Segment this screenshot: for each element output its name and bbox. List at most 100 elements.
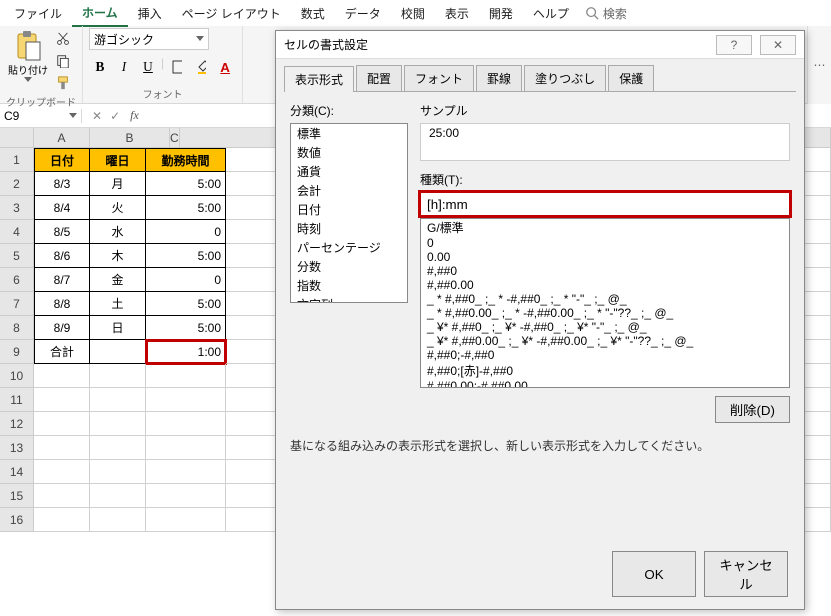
cell[interactable] [90,412,146,436]
cell[interactable] [34,364,90,388]
category-item[interactable]: 分数 [291,257,407,276]
type-list-item[interactable]: _ * #,##0_ ;_ * -#,##0_ ;_ * "-"_ ;_ @_ [421,292,789,306]
dlg-tab-font[interactable]: フォント [404,65,474,91]
cell[interactable] [90,484,146,508]
cell[interactable] [146,388,226,412]
tab-formulas[interactable]: 数式 [291,1,335,26]
dlg-tab-fill[interactable]: 塗りつぶし [524,65,606,91]
underline-button[interactable]: U [137,56,159,78]
cancel-icon[interactable]: ✕ [92,109,102,123]
cell[interactable]: 勤務時間 [146,148,226,172]
cell[interactable]: 火 [90,196,146,220]
delete-button[interactable]: 削除(D) [715,396,790,423]
cell[interactable]: 水 [90,220,146,244]
cell[interactable] [34,508,90,532]
fx-icon[interactable]: fx [130,108,147,123]
cell[interactable] [146,460,226,484]
tab-view[interactable]: 表示 [435,1,479,26]
row-header[interactable]: 8 [0,316,34,340]
type-list-item[interactable]: #,##0.00;-#,##0.00 [421,379,789,388]
border-button[interactable] [166,56,188,78]
tab-data[interactable]: データ [335,1,391,26]
cell[interactable]: 8/8 [34,292,90,316]
close-button[interactable]: ✕ [760,35,796,55]
fill-color-button[interactable] [190,56,212,78]
type-list-item[interactable]: #,##0;[赤]-#,##0 [421,362,789,379]
cell[interactable]: 木 [90,244,146,268]
row-header[interactable]: 11 [0,388,34,412]
cell[interactable] [90,508,146,532]
cell[interactable] [34,484,90,508]
category-item[interactable]: パーセンテージ [291,238,407,257]
type-list-item[interactable]: #,##0 [421,264,789,278]
cell[interactable] [34,460,90,484]
dlg-tab-number[interactable]: 表示形式 [284,66,354,92]
row-header[interactable]: 10 [0,364,34,388]
cell[interactable]: 日 [90,316,146,340]
name-box[interactable]: C9 [0,109,82,123]
row-header[interactable]: 16 [0,508,34,532]
cell[interactable]: 合計 [34,340,90,364]
format-painter-button[interactable] [52,72,74,94]
tab-help[interactable]: ヘルプ [523,1,579,26]
tab-home[interactable]: ホーム [72,0,128,27]
cell[interactable] [90,364,146,388]
bold-button[interactable]: B [89,56,111,78]
cell[interactable] [90,340,146,364]
type-list-item[interactable]: _ * #,##0.00_ ;_ * -#,##0.00_ ;_ * "-"??… [421,306,789,320]
tab-review[interactable]: 校閲 [391,1,435,26]
dialog-titlebar[interactable]: セルの書式設定 ? ✕ [276,31,804,59]
enter-icon[interactable]: ✓ [110,109,120,123]
cell[interactable]: 曜日 [90,148,146,172]
ribbon-overflow[interactable]: ⋯ [807,26,831,104]
type-list-item[interactable]: #,##0.00 [421,278,789,292]
dlg-tab-align[interactable]: 配置 [356,65,402,91]
row-header[interactable]: 4 [0,220,34,244]
type-list-item[interactable]: G/標準 [421,219,789,236]
row-header[interactable]: 13 [0,436,34,460]
cell[interactable]: 5:00 [146,316,226,340]
category-item[interactable]: 標準 [291,124,407,143]
select-all-corner[interactable] [0,128,34,148]
cell[interactable]: 5:00 [146,244,226,268]
cell[interactable] [146,364,226,388]
cell[interactable] [146,436,226,460]
cell[interactable] [34,412,90,436]
cell[interactable]: 金 [90,268,146,292]
cut-button[interactable] [52,28,74,50]
cell[interactable]: 8/5 [34,220,90,244]
paste-icon[interactable] [14,30,42,62]
category-item[interactable]: 文字列 [291,295,407,303]
cell[interactable] [146,508,226,532]
ok-button[interactable]: OK [612,551,696,597]
cell[interactable]: 月 [90,172,146,196]
search-box[interactable]: 検索 [585,5,627,22]
type-list-item[interactable]: #,##0;-#,##0 [421,348,789,362]
cell[interactable] [90,388,146,412]
category-item[interactable]: 指数 [291,276,407,295]
help-button[interactable]: ? [716,35,752,55]
row-header[interactable]: 9 [0,340,34,364]
col-header-b[interactable]: B [90,128,170,148]
tab-insert[interactable]: 挿入 [128,1,172,26]
type-list-item[interactable]: _ ¥* #,##0_ ;_ ¥* -#,##0_ ;_ ¥* "-"_ ;_ … [421,320,789,334]
col-header-a[interactable]: A [34,128,90,148]
cell[interactable]: 8/6 [34,244,90,268]
type-list-item[interactable]: _ ¥* #,##0.00_ ;_ ¥* -#,##0.00_ ;_ ¥* "-… [421,334,789,348]
row-header[interactable]: 5 [0,244,34,268]
chevron-down-icon[interactable] [24,77,32,83]
cell[interactable]: 1:00 [146,340,226,364]
row-header[interactable]: 15 [0,484,34,508]
cell[interactable] [90,436,146,460]
cell[interactable] [90,460,146,484]
cell[interactable]: 8/4 [34,196,90,220]
row-header[interactable]: 6 [0,268,34,292]
font-name-select[interactable]: 游ゴシック [89,28,209,50]
row-header[interactable]: 3 [0,196,34,220]
cell[interactable]: 0 [146,268,226,292]
tab-file[interactable]: ファイル [4,1,72,26]
row-header[interactable]: 1 [0,148,34,172]
cell[interactable]: 5:00 [146,172,226,196]
cell[interactable]: 8/9 [34,316,90,340]
tab-pagelayout[interactable]: ページ レイアウト [172,1,291,26]
